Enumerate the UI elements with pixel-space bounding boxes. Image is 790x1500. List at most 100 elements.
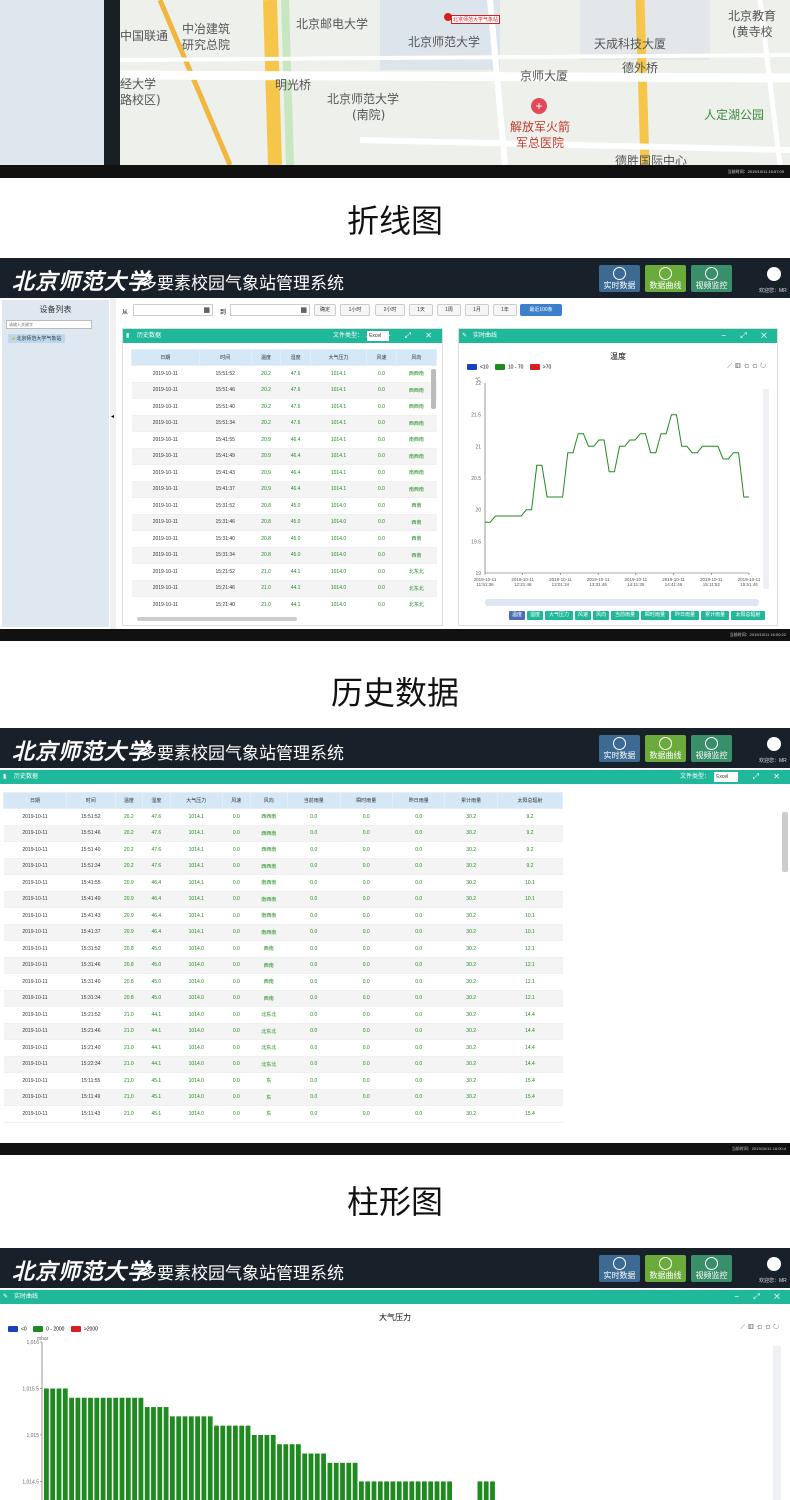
- table-row[interactable]: 2019-10-11 15:51:46 20.2 47.6 1014.1 0.0 西西南: [131, 382, 437, 399]
- range-1d-button[interactable]: 1天: [409, 304, 433, 316]
- nav-video-button[interactable]: 视频监控: [691, 265, 732, 292]
- panel-controls[interactable]: − ⤢ ✕: [734, 1290, 786, 1304]
- column-header[interactable]: 时间: [65, 792, 116, 809]
- table-row[interactable]: 2019-10-11 15:21:52 21.0 44.1 1014.0 0.0 北东北 0.…: [3, 1006, 563, 1024]
- table-row[interactable]: 2019-10-11 15:41:49 20.9 46.4 1014.1 0.0 南西南: [131, 448, 437, 465]
- table-row[interactable]: 2019-10-11 15:11:43 21.0 45.1 1014.0 0.0 东 0.0 0…: [3, 1105, 563, 1123]
- range-1m-button[interactable]: 1月: [465, 304, 489, 316]
- user-avatar-icon[interactable]: [767, 737, 781, 751]
- column-header[interactable]: 湿度: [142, 792, 171, 809]
- table-row[interactable]: 2019-10-11 15:41:37 20.9 46.4 1014.1 0.0 南西南 0.…: [3, 924, 563, 941]
- column-header[interactable]: 风速: [366, 349, 397, 366]
- panel-controls[interactable]: ⇩ − ⤢ ✕: [365, 329, 438, 343]
- table-row[interactable]: 2019-10-11 15:21:46 21.0 44.1 1014.0 0.0 北东北: [131, 580, 437, 597]
- table-hscrollbar[interactable]: [137, 617, 297, 621]
- table-row[interactable]: 2019-10-11 15:31:34 20.8 45.0 1014.0 0.0 西南: [131, 547, 437, 564]
- table-row[interactable]: 2019-10-11 15:51:34 20.2 47.6 1014.1 0.0 西西南: [131, 415, 437, 432]
- panel-controls[interactable]: − ⤢ ✕: [721, 329, 773, 343]
- table-scrollbar[interactable]: [431, 369, 436, 409]
- table-row[interactable]: 2019-10-11 15:41:37 20.9 46.4 1014.1 0.0 南西南: [131, 481, 437, 498]
- chart-hzoom[interactable]: [485, 599, 759, 606]
- table-row[interactable]: 2019-10-11 15:31:34 20.8 45.0 1014.0 0.0 西南 0.0…: [3, 990, 563, 1007]
- metric-tag-button[interactable]: 风向: [593, 611, 609, 620]
- device-search-input[interactable]: [6, 320, 92, 329]
- table-row[interactable]: 2019-10-11 15:41:49 20.9 46.4 1014.1 0.0 南西南 0.…: [3, 891, 563, 908]
- nav-realtime-button[interactable]: 实时数据: [599, 735, 640, 762]
- map-canvas[interactable]: 中国联通 中冶建筑 研究总院 北京邮电大学 北京师范大学 北京教育 (黄寺校 天…: [120, 0, 790, 165]
- range-2h-button[interactable]: 2小时: [375, 304, 405, 316]
- metric-tag-button[interactable]: 湿度: [527, 611, 543, 620]
- table-row[interactable]: 2019-10-11 15:31:40 20.8 45.0 1014.0 0.0 西南: [131, 530, 437, 548]
- column-header[interactable]: 大气压力: [169, 792, 224, 809]
- table-row[interactable]: 2019-10-11 15:51:52 20.2 47.6 1014.1 0.0 西西南: [131, 365, 437, 383]
- column-header[interactable]: 湿度: [280, 349, 311, 366]
- column-header[interactable]: 大气压力: [309, 349, 368, 366]
- metric-tag-button[interactable]: 昨日雨量: [671, 611, 699, 620]
- column-header[interactable]: 风速: [222, 792, 251, 809]
- table-row[interactable]: 2019-10-11 15:41:43 20.9 46.4 1014.1 0.0 南西南 0.…: [3, 907, 563, 925]
- panel-controls[interactable]: ⇩ − ⤢ ✕: [713, 770, 786, 784]
- table-row[interactable]: 2019-10-11 15:51:40 20.2 47.6 1014.1 0.0 西西南: [131, 398, 437, 416]
- column-header[interactable]: 日期: [131, 349, 200, 366]
- table-row[interactable]: 2019-10-11 15:41:55 20.9 46.4 1014.1 0.0 南西南: [131, 431, 437, 449]
- nav-video-button[interactable]: 视频监控: [691, 1255, 732, 1282]
- metric-tag-button[interactable]: 瞬时雨量: [641, 611, 669, 620]
- table-row[interactable]: 2019-10-11 15:11:55 21.0 45.1 1014.0 0.0 东 0.0 0…: [3, 1072, 563, 1090]
- nav-curve-button[interactable]: 数据曲线: [645, 735, 686, 762]
- table-row[interactable]: 2019-10-11 15:51:40 20.2 47.6 1014.1 0.0 西西南 0.…: [3, 841, 563, 859]
- nav-video-button[interactable]: 视频监控: [691, 735, 732, 762]
- column-header[interactable]: 温度: [114, 792, 144, 809]
- column-header[interactable]: 日期: [3, 792, 67, 809]
- table-row[interactable]: 2019-10-11 15:41:43 20.9 46.4 1014.1 0.0 南西南: [131, 464, 437, 482]
- table-row[interactable]: 2019-10-11 15:22:34 21.0 44.1 1014.0 0.0 北东北 0.…: [3, 1056, 563, 1073]
- metric-tag-button[interactable]: 温度: [509, 611, 525, 620]
- sidebar-collapse-handle[interactable]: ◂: [110, 298, 116, 629]
- table-row[interactable]: 2019-10-11 15:31:46 20.8 45.0 1014.0 0.0 西南 0.0…: [3, 957, 563, 974]
- table-row[interactable]: 2019-10-11 15:21:40 21.0 44.1 1014.0 0.0 北东北: [131, 596, 437, 611]
- nav-realtime-button[interactable]: 实时数据: [599, 265, 640, 292]
- chart-toolbox[interactable]: ⟋▥⟤⟤↻: [727, 363, 769, 371]
- column-header[interactable]: 温度: [250, 349, 282, 366]
- table-row[interactable]: 2019-10-11 15:31:52 20.8 45.0 1014.0 0.0 西南: [131, 497, 437, 515]
- column-header[interactable]: 风向: [249, 792, 289, 809]
- column-header[interactable]: 时间: [198, 349, 252, 366]
- nav-curve-button[interactable]: 数据曲线: [645, 1255, 686, 1282]
- range-1w-button[interactable]: 1周: [437, 304, 461, 316]
- table-row[interactable]: 2019-10-11 15:11:49 21.0 45.1 1014.0 0.0 东 0.0 0…: [3, 1089, 563, 1106]
- nav-realtime-button[interactable]: 实时数据: [599, 1255, 640, 1282]
- nav-curve-button[interactable]: 数据曲线: [645, 265, 686, 292]
- table-scrollbar[interactable]: [782, 812, 788, 872]
- column-header[interactable]: 瞬时雨量: [339, 792, 393, 809]
- from-date-input[interactable]: ▦: [133, 304, 213, 316]
- table-row[interactable]: 2019-10-11 15:31:46 20.8 45.0 1014.0 0.0 西南: [131, 514, 437, 531]
- metric-tag-button[interactable]: 风速: [575, 611, 591, 620]
- recent-100-button[interactable]: 最近100条: [520, 304, 562, 316]
- user-avatar-icon[interactable]: [767, 267, 781, 281]
- confirm-button[interactable]: 确定: [314, 304, 336, 316]
- to-date-input[interactable]: ▦: [230, 304, 310, 316]
- table-row[interactable]: 2019-10-11 15:51:52 20.2 47.6 1014.1 0.0 西西南 0.…: [3, 808, 563, 826]
- column-header[interactable]: 当前雨量: [287, 792, 341, 809]
- column-header[interactable]: 累计雨量: [444, 792, 498, 809]
- tree-item-station[interactable]: ■ 北京师范大学气象站: [8, 334, 66, 343]
- metric-tag-button[interactable]: 当前雨量: [611, 611, 639, 620]
- user-avatar-icon[interactable]: [767, 1257, 781, 1271]
- table-row[interactable]: 2019-10-11 15:31:52 20.8 45.0 1014.0 0.0 西南 0.0…: [3, 940, 563, 958]
- table-row[interactable]: 2019-10-11 15:21:52 21.0 44.1 1014.0 0.0 北东北: [131, 563, 437, 581]
- range-1y-button[interactable]: 1年: [493, 304, 517, 316]
- metric-tag-button[interactable]: 大气压力: [545, 611, 573, 620]
- chart-vzoom[interactable]: [773, 1346, 781, 1500]
- chart-vzoom[interactable]: [763, 389, 769, 589]
- table-row[interactable]: 2019-10-11 15:21:40 21.0 44.1 1014.0 0.0 北东北 0.…: [3, 1039, 563, 1057]
- range-1h-button[interactable]: 1小时: [340, 304, 370, 316]
- table-row[interactable]: 2019-10-11 15:51:46 20.2 47.6 1014.1 0.0 西西南 0.…: [3, 825, 563, 842]
- column-header[interactable]: 太阳总辐射: [496, 792, 563, 809]
- table-row[interactable]: 2019-10-11 15:51:34 20.2 47.6 1014.1 0.0 西西南 0.…: [3, 858, 563, 875]
- column-header[interactable]: 昨日雨量: [391, 792, 446, 809]
- table-row[interactable]: 2019-10-11 15:41:55 20.9 46.4 1014.1 0.0 南西南 0.…: [3, 874, 563, 892]
- table-row[interactable]: 2019-10-11 15:21:46 21.0 44.1 1014.0 0.0 北东北 0.…: [3, 1023, 563, 1040]
- table-row[interactable]: 2019-10-11 15:31:40 20.8 45.0 1014.0 0.0 西南 0.0…: [3, 973, 563, 991]
- column-header[interactable]: 风向: [395, 349, 437, 366]
- chart-toolbox[interactable]: ⟋▥⟤⟤↻: [740, 1324, 782, 1332]
- metric-tag-button[interactable]: 累计雨量: [701, 611, 729, 620]
